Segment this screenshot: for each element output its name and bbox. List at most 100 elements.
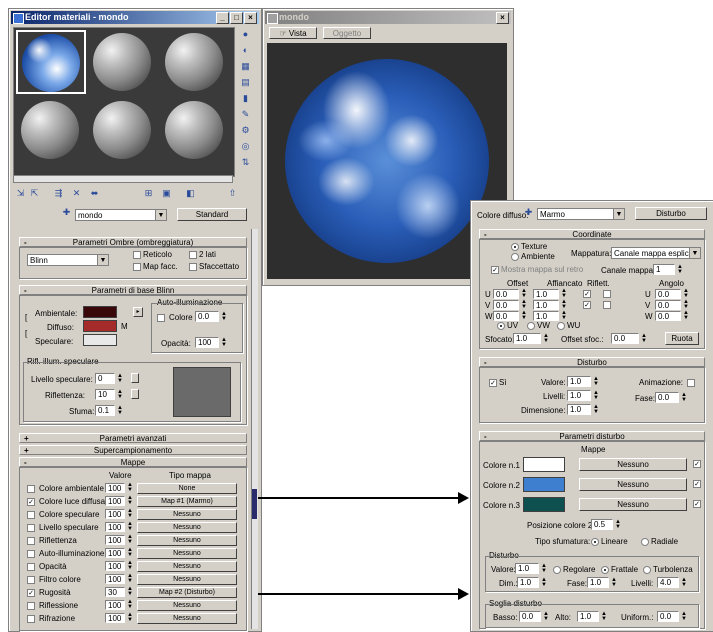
background-icon[interactable]: ▦ — [240, 61, 251, 72]
material-name-field[interactable]: mondo ▼ — [75, 209, 167, 221]
sample-type-icon[interactable]: ● — [240, 29, 251, 40]
spinner-icon[interactable]: ▲ ▼ — [677, 264, 683, 275]
show-end-result-icon[interactable]: ◧ — [185, 188, 196, 199]
maximize-icon[interactable]: □ — [230, 12, 243, 24]
spinner-icon[interactable]: ▲ ▼ — [681, 577, 687, 588]
self-illum-color-checkbox[interactable] — [157, 314, 165, 322]
pick-map-icon[interactable]: ✚ — [523, 207, 534, 218]
material-id-icon[interactable]: ⊞ — [143, 188, 154, 199]
spinner-icon[interactable]: ▲ ▼ — [593, 376, 599, 387]
map-enable-checkbox[interactable]: ✓ — [27, 498, 35, 506]
tiling-field[interactable]: 1.0 — [533, 289, 559, 299]
map-enable-checkbox[interactable] — [27, 537, 35, 545]
map-enable-checkbox[interactable] — [27, 576, 35, 584]
put-to-scene-icon[interactable]: ⇱ — [29, 188, 40, 199]
spinner-icon[interactable]: ▲ ▼ — [127, 547, 133, 558]
phase-field[interactable]: 0.0 — [655, 392, 679, 403]
sample-slot-1[interactable] — [16, 30, 86, 94]
blur-offset-field[interactable]: 0.0 — [611, 333, 639, 344]
map-enable-checkbox[interactable] — [27, 524, 35, 532]
noise-phase-sub-field[interactable]: 1.0 — [587, 577, 609, 588]
tiling-field[interactable]: 1.0 — [533, 311, 559, 321]
options-icon[interactable]: ⚙ — [240, 125, 251, 136]
map-slot-button[interactable]: Nessuno — [137, 613, 237, 624]
animate-checkbox[interactable] — [687, 379, 695, 387]
map-channel-field[interactable]: 1 — [653, 264, 675, 275]
angle-field[interactable]: 0.0 — [655, 289, 681, 299]
spinner-icon[interactable]: ▲ ▼ — [683, 299, 689, 310]
editor-scrollbar[interactable] — [251, 229, 258, 629]
tile-checkbox[interactable]: ✓ — [583, 290, 591, 298]
map-enable-checkbox[interactable] — [27, 563, 35, 571]
spinner-icon[interactable]: ▲ ▼ — [615, 519, 621, 530]
regular-radio[interactable] — [553, 566, 561, 574]
map-enable-checkbox[interactable] — [27, 511, 35, 519]
map-amount-field[interactable]: 100 — [105, 600, 125, 610]
smooth-field[interactable]: 0.0 — [657, 611, 679, 622]
noise-size-field[interactable]: 1.0 — [567, 404, 591, 415]
high-field[interactable]: 1.0 — [577, 611, 599, 622]
turbulence-radio[interactable] — [643, 566, 651, 574]
tile-checkbox[interactable]: ✓ — [583, 301, 591, 309]
lock-icon[interactable]: [ — [25, 329, 27, 338]
linear-radio[interactable] — [591, 538, 599, 546]
angle-field[interactable]: 0.0 — [655, 311, 681, 321]
backlight-icon[interactable]: ◐ — [240, 45, 251, 56]
spinner-icon[interactable]: ▲ ▼ — [521, 299, 527, 310]
spinner-icon[interactable]: ▲ ▼ — [127, 586, 133, 597]
tab-object[interactable]: Oggetto — [323, 27, 371, 39]
spinner-icon[interactable]: ▲ ▼ — [127, 495, 133, 506]
color2-position-field[interactable]: 0.5 — [591, 519, 613, 530]
spinner-icon[interactable]: ▲ ▼ — [127, 508, 133, 519]
spinner-icon[interactable]: ▲ ▼ — [541, 577, 547, 588]
sample-slot-3[interactable] — [160, 30, 230, 94]
noise-color-map-checkbox[interactable]: ✓ — [693, 460, 701, 468]
rollout-maps[interactable]: - Mappe — [19, 457, 247, 467]
two-sided-checkbox[interactable] — [189, 251, 197, 259]
spinner-icon[interactable]: ▲ ▼ — [681, 611, 687, 622]
slots-scrollbar[interactable] — [13, 175, 233, 183]
angle-field[interactable]: 0.0 — [655, 300, 681, 310]
map-slot-button[interactable]: Map #1 (Marmo) — [137, 496, 237, 507]
make-unique-icon[interactable]: ⬌ — [89, 188, 100, 199]
opacity-field[interactable]: 100 — [195, 337, 219, 348]
spinner-icon[interactable]: ▲ ▼ — [127, 560, 133, 571]
diffuse-lock-button[interactable]: ▸ — [133, 307, 143, 317]
spec-level-map-button[interactable] — [131, 373, 139, 383]
go-to-parent-icon[interactable]: ⇧ — [227, 188, 238, 199]
spinner-icon[interactable]: ▲ ▼ — [117, 405, 123, 416]
glossiness-field[interactable]: 10 — [95, 389, 115, 400]
offset-field[interactable]: 0.0 — [493, 289, 519, 299]
minimize-icon[interactable]: _ — [216, 12, 229, 24]
rollout-supersampling[interactable]: + Supercampionamento — [19, 445, 247, 455]
texture-radio[interactable] — [511, 243, 519, 251]
lock-icon[interactable]: [ — [25, 313, 27, 322]
low-field[interactable]: 0.0 — [519, 611, 541, 622]
noise-amount-field[interactable]: 1.0 — [567, 376, 591, 387]
map-enable-checkbox[interactable] — [27, 550, 35, 558]
map-amount-field[interactable]: 100 — [105, 509, 125, 519]
sample-slot-4[interactable] — [16, 98, 86, 162]
spinner-icon[interactable]: ▲ ▼ — [541, 563, 547, 574]
material-editor-titlebar[interactable]: Editor materiali - mondo _ □ × — [11, 11, 259, 24]
noise-sub-amount-field[interactable]: 1.0 — [515, 563, 539, 574]
mapping-dropdown[interactable]: Canale mappa esplicito ▼ — [611, 247, 701, 259]
vw-radio[interactable] — [527, 322, 535, 330]
spec-level-field[interactable]: 0 — [95, 373, 115, 384]
diffuse-color-swatch[interactable] — [83, 320, 117, 332]
rotate-button[interactable]: Ruota — [665, 332, 699, 345]
sample-slot-6[interactable] — [160, 98, 230, 162]
spinner-icon[interactable]: ▲ ▼ — [561, 288, 567, 299]
spinner-icon[interactable]: ▲ ▼ — [681, 392, 687, 403]
map-amount-field[interactable]: 100 — [105, 483, 125, 493]
spinner-icon[interactable]: ▲ ▼ — [221, 337, 227, 348]
map-amount-field[interactable]: 30 — [105, 587, 125, 597]
spinner-icon[interactable]: ▲ ▼ — [127, 573, 133, 584]
map-slot-button[interactable]: Nessuno — [137, 548, 237, 559]
noise-color-map-checkbox[interactable]: ✓ — [693, 480, 701, 488]
mirror-checkbox[interactable] — [603, 290, 611, 298]
spinner-icon[interactable]: ▲ ▼ — [593, 390, 599, 401]
map-amount-field[interactable]: 100 — [105, 548, 125, 558]
uv-radio[interactable] — [497, 322, 505, 330]
map-enable-checkbox[interactable] — [27, 602, 35, 610]
